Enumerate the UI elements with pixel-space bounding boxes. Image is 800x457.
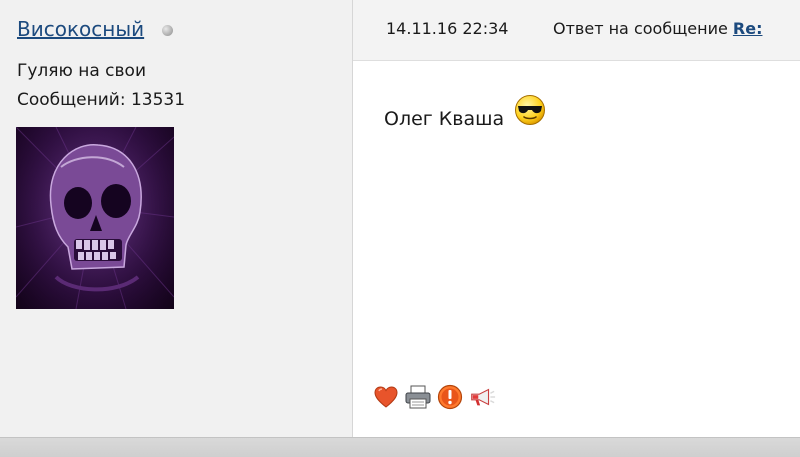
megaphone-icon [471,388,496,406]
forum-post: Високосный Гуляю на свои Сообщений: 1353… [0,0,800,437]
offline-status-icon [162,25,174,36]
reply-link[interactable]: Re: [733,19,763,38]
post-actions [372,382,496,412]
heart-icon [374,386,398,408]
username-row: Високосный [17,17,174,41]
sunglasses-smiley-icon [514,94,546,131]
message-body: Олег Кваша [384,95,546,131]
user-panel: Високосный Гуляю на свои Сообщений: 1353… [0,0,353,437]
reply-label: Ответ на сообщение [553,19,728,38]
message-text: Олег Кваша [384,107,505,130]
report-button[interactable] [436,382,464,412]
message-header: 14.11.16 22:34 Ответ на сообщение Re: [353,0,800,61]
post-footer-bar [0,437,800,457]
avatar[interactable] [16,127,174,309]
message-date: 14.11.16 22:34 [386,19,509,38]
announce-button[interactable] [468,382,496,412]
message-panel: 14.11.16 22:34 Ответ на сообщение Re: Ол… [353,0,800,437]
user-title: Гуляю на свои [17,61,146,81]
print-button[interactable] [404,382,432,412]
printer-icon [405,385,431,409]
like-button[interactable] [372,382,400,412]
user-post-count: Сообщений: 13531 [17,90,186,110]
username-link[interactable]: Високосный [17,17,144,41]
skull-avatar-image [16,127,174,309]
reply-info: Ответ на сообщение Re: [553,19,762,38]
alert-icon [437,384,463,410]
